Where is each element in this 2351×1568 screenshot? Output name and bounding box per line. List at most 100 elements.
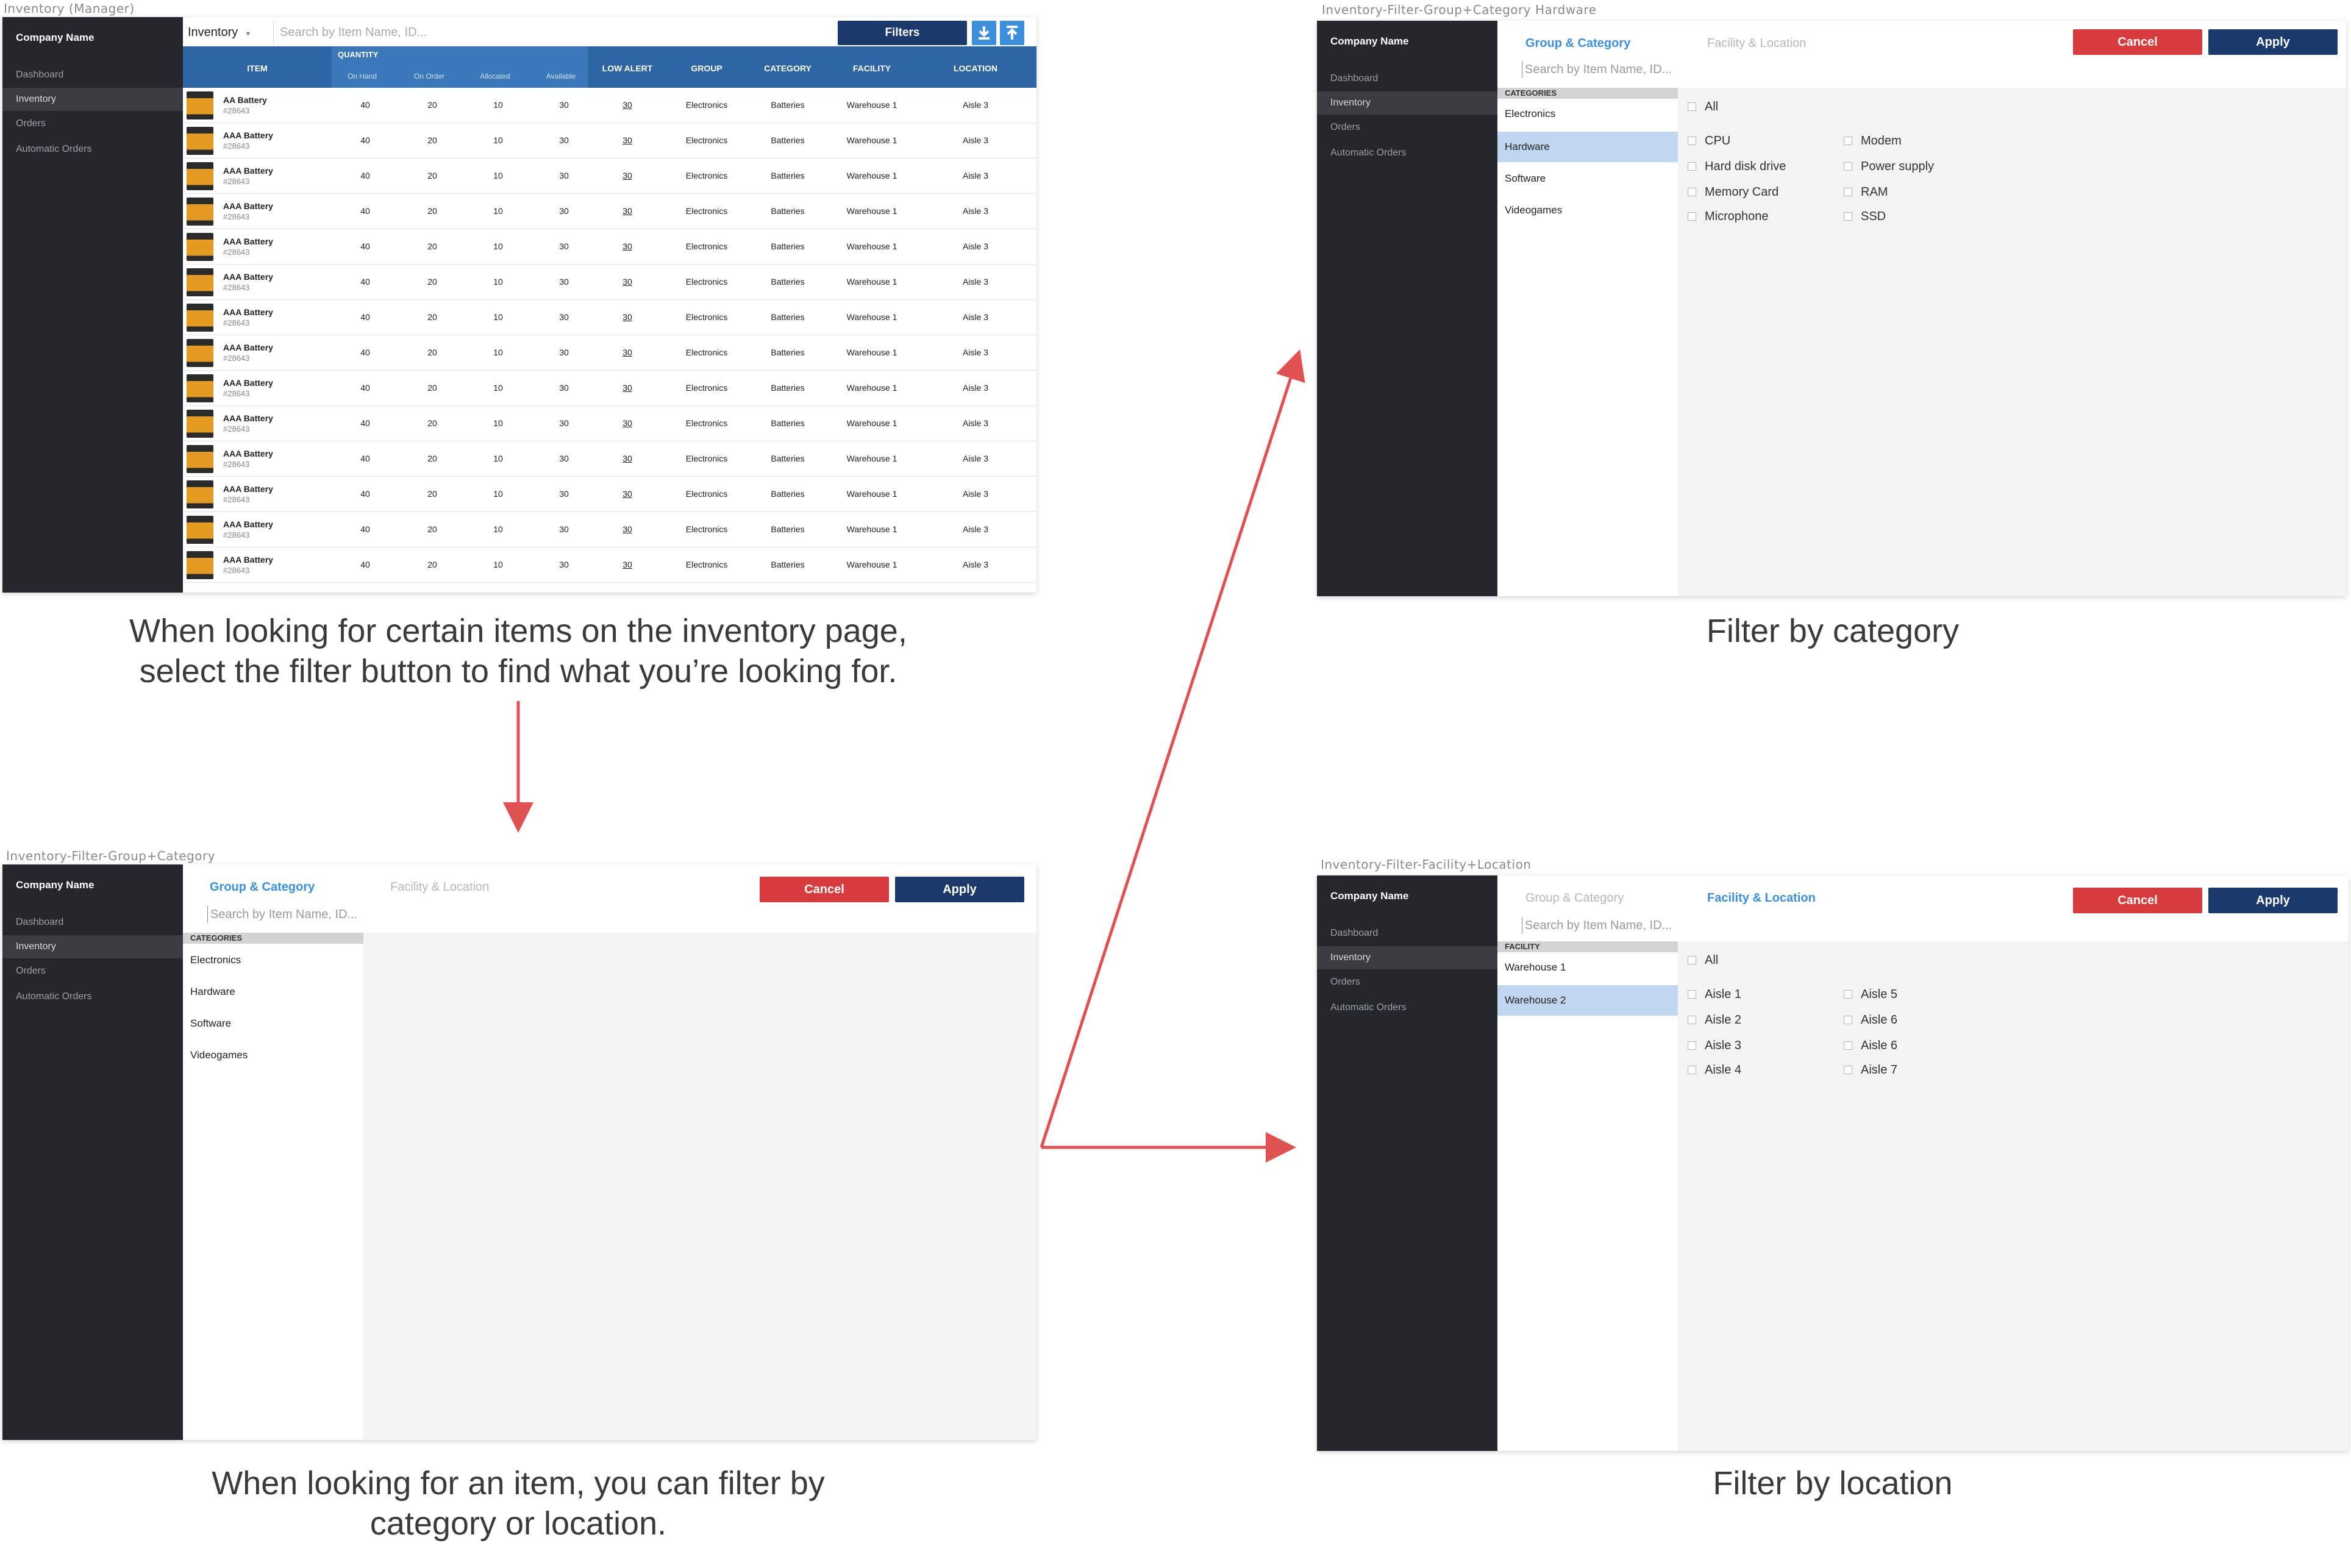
checkbox-icon bbox=[1844, 212, 1852, 221]
table-row[interactable]: AAA Battery #28643 40 20 10 30 30 Electronics Ba… bbox=[183, 547, 1036, 583]
apply-button[interactable]: Apply bbox=[895, 877, 1024, 902]
table-row[interactable]: AAA Battery #28643 40 20 10 30 30 Electronics Ba… bbox=[183, 477, 1036, 512]
sidebar-item-inventory[interactable]: Inventory bbox=[1317, 946, 1497, 969]
list-item-software[interactable]: Software bbox=[1497, 163, 1678, 194]
sidebar-item-orders[interactable]: Orders bbox=[1317, 116, 1497, 139]
cell-location: Aisle 3 bbox=[962, 171, 989, 180]
sidebar-item-inventory[interactable]: Inventory bbox=[2, 88, 183, 111]
checkbox-aisle-2[interactable]: Aisle 2 bbox=[1688, 1013, 1741, 1027]
cell-category: Batteries bbox=[771, 100, 805, 110]
sidebar-item-inventory[interactable]: Inventory bbox=[1317, 91, 1497, 115]
search-input[interactable]: Search by Item Name, ID... bbox=[1522, 917, 1672, 934]
checkbox-aisle-6b[interactable]: Aisle 6 bbox=[1844, 1039, 1897, 1053]
table-row[interactable]: AAA Battery #28643 40 20 10 30 30 Electronics Ba… bbox=[183, 229, 1036, 265]
cell-on-hand: 40 bbox=[360, 524, 370, 534]
search-input[interactable]: Search by Item Name, ID... bbox=[207, 906, 357, 923]
checkbox-power-supply[interactable]: Power supply bbox=[1844, 160, 1934, 174]
cell-on-order: 20 bbox=[427, 171, 437, 180]
checkbox-icon bbox=[1844, 990, 1852, 999]
option-label: All bbox=[1705, 953, 1719, 967]
checkbox-aisle-7[interactable]: Aisle 7 bbox=[1844, 1063, 1897, 1077]
sidebar-item-orders[interactable]: Orders bbox=[2, 960, 183, 983]
sidebar-item-inventory[interactable]: Inventory bbox=[2, 935, 183, 958]
sidebar-item-dashboard[interactable]: Dashboard bbox=[1317, 922, 1497, 945]
cancel-button[interactable]: Cancel bbox=[2073, 888, 2202, 913]
checkbox-aisle-1[interactable]: Aisle 1 bbox=[1688, 988, 1741, 1002]
download-button[interactable] bbox=[972, 21, 996, 45]
table-row[interactable]: AAA Battery #28643 40 20 10 30 30 Electronics Ba… bbox=[183, 512, 1036, 547]
table-row[interactable]: AAA Battery #28643 40 20 10 30 30 Electronics Ba… bbox=[183, 335, 1036, 371]
checkbox-microphone[interactable]: Microphone bbox=[1688, 210, 1769, 224]
checkbox-ram[interactable]: RAM bbox=[1844, 185, 1888, 199]
cancel-button[interactable]: Cancel bbox=[2073, 29, 2202, 55]
sidebar-item-dashboard[interactable]: Dashboard bbox=[2, 63, 183, 87]
list-item-hardware[interactable]: Hardware bbox=[1497, 132, 1678, 162]
cancel-button[interactable]: Cancel bbox=[760, 877, 889, 902]
tab-facility-location[interactable]: Facility & Location bbox=[1707, 37, 1806, 51]
checkbox-aisle-5[interactable]: Aisle 5 bbox=[1844, 988, 1897, 1002]
cell-category: Batteries bbox=[771, 277, 805, 287]
list-item-warehouse-1[interactable]: Warehouse 1 bbox=[1497, 952, 1678, 983]
apply-button[interactable]: Apply bbox=[2208, 29, 2338, 55]
checkbox-memory-card[interactable]: Memory Card bbox=[1688, 185, 1778, 199]
list-item-hardware[interactable]: Hardware bbox=[183, 977, 363, 1007]
table-row[interactable]: AAA Battery #28643 40 20 10 30 30 Electronics Ba… bbox=[183, 159, 1036, 194]
list-item-software[interactable]: Software bbox=[183, 1008, 363, 1039]
table-row[interactable]: AAA Battery #28643 40 20 10 30 30 Electronics Ba… bbox=[183, 123, 1036, 159]
table-row[interactable]: AA Battery #28643 40 20 10 30 30 Electronics Bat… bbox=[183, 88, 1036, 123]
list-item-electronics[interactable]: Electronics bbox=[1497, 99, 1678, 129]
sidebar-item-dashboard[interactable]: Dashboard bbox=[1317, 67, 1497, 90]
item-thumbnail bbox=[187, 162, 213, 190]
table-row[interactable]: AAA Battery #28643 40 20 10 30 30 Electronics Ba… bbox=[183, 406, 1036, 441]
tab-facility-location[interactable]: Facility & Location bbox=[390, 880, 489, 894]
table-row[interactable]: AAA Battery #28643 40 20 10 30 30 Electronics Ba… bbox=[183, 194, 1036, 229]
sidebar-item-dashboard[interactable]: Dashboard bbox=[2, 911, 183, 934]
inventory-select-label: Inventory bbox=[188, 26, 238, 39]
cell-location: Aisle 3 bbox=[962, 454, 989, 463]
list-item-videogames[interactable]: Videogames bbox=[1497, 195, 1678, 226]
checkbox-hard-disk-drive[interactable]: Hard disk drive bbox=[1688, 160, 1786, 174]
list-item-electronics[interactable]: Electronics bbox=[183, 945, 363, 975]
checkbox-modem[interactable]: Modem bbox=[1844, 134, 1902, 148]
apply-button[interactable]: Apply bbox=[2208, 888, 2338, 913]
inventory-select[interactable]: Inventory ▾ bbox=[188, 22, 271, 43]
cell-facility: Warehouse 1 bbox=[846, 560, 897, 569]
checkbox-all[interactable]: All bbox=[1688, 953, 1718, 968]
sidebar-item-automatic-orders[interactable]: Automatic Orders bbox=[2, 985, 183, 1008]
tab-group-category[interactable]: Group & Category bbox=[1525, 891, 1624, 905]
tab-facility-location[interactable]: Facility & Location bbox=[1707, 891, 1816, 905]
sidebar-item-orders[interactable]: Orders bbox=[1317, 971, 1497, 994]
table-row[interactable]: AAA Battery #28643 40 20 10 30 30 Electronics Ba… bbox=[183, 371, 1036, 406]
upload-button[interactable] bbox=[1000, 21, 1024, 45]
checkbox-aisle-3[interactable]: Aisle 3 bbox=[1688, 1039, 1741, 1053]
cell-on-order: 20 bbox=[427, 100, 437, 110]
search-input[interactable]: Search by Item Name, ID... bbox=[273, 21, 834, 44]
option-label: Aisle 5 bbox=[1861, 988, 1898, 1001]
sidebar-item-automatic-orders[interactable]: Automatic Orders bbox=[2, 138, 183, 161]
sidebar-item-automatic-orders[interactable]: Automatic Orders bbox=[1317, 996, 1497, 1019]
search-input[interactable]: Search by Item Name, ID... bbox=[1522, 61, 1672, 78]
item-thumbnail bbox=[187, 480, 213, 508]
table-row[interactable]: AAA Battery #28643 40 20 10 30 30 Electronics Ba… bbox=[183, 300, 1036, 335]
checkbox-cpu[interactable]: CPU bbox=[1688, 134, 1730, 148]
tab-group-category[interactable]: Group & Category bbox=[210, 880, 315, 894]
list-item-warehouse-2[interactable]: Warehouse 2 bbox=[1497, 985, 1678, 1016]
table-row[interactable]: AAA Battery #28643 40 20 10 30 30 Electronics Ba… bbox=[183, 265, 1036, 300]
table-row[interactable]: AAA Battery #28643 40 20 10 30 30 Electronics Ba… bbox=[183, 441, 1036, 477]
checkbox-aisle-4[interactable]: Aisle 4 bbox=[1688, 1063, 1741, 1077]
checkbox-ssd[interactable]: SSD bbox=[1844, 210, 1886, 224]
col-available: Available bbox=[546, 72, 576, 80]
tab-group-category[interactable]: Group & Category bbox=[1525, 37, 1630, 51]
cell-category: Batteries bbox=[771, 418, 805, 428]
checkbox-all[interactable]: All bbox=[1688, 100, 1718, 114]
company-name: Company Name bbox=[1330, 890, 1409, 902]
cell-group: Electronics bbox=[685, 383, 728, 393]
cell-category: Batteries bbox=[771, 206, 805, 216]
cell-on-order: 20 bbox=[427, 206, 437, 216]
sidebar-item-orders[interactable]: Orders bbox=[2, 112, 183, 135]
list-item-videogames[interactable]: Videogames bbox=[183, 1040, 363, 1071]
filters-button[interactable]: Filters bbox=[838, 21, 967, 45]
sidebar-item-automatic-orders[interactable]: Automatic Orders bbox=[1317, 141, 1497, 165]
item-id: #28643 bbox=[223, 460, 250, 469]
checkbox-aisle-6[interactable]: Aisle 6 bbox=[1844, 1013, 1897, 1027]
